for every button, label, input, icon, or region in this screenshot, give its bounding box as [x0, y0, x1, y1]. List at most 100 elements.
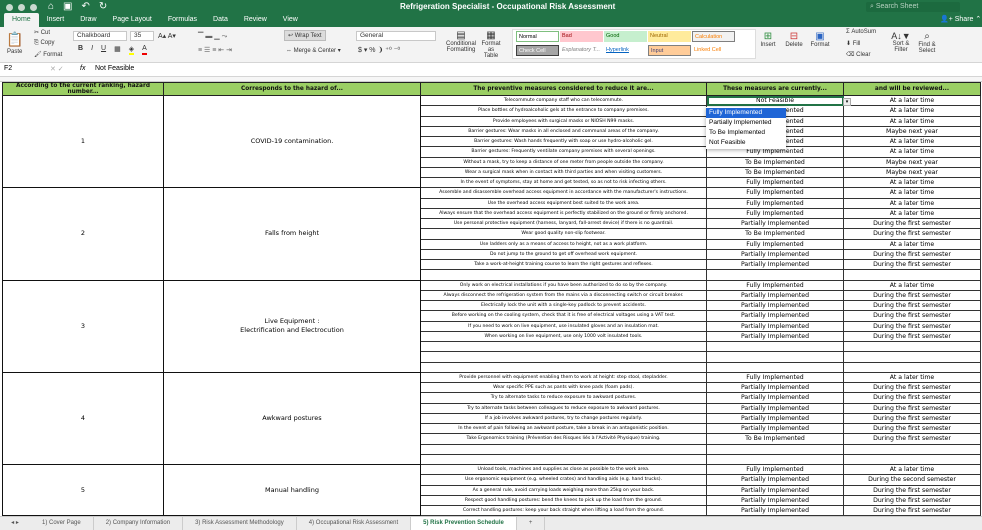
measure-cell[interactable]: Use ergonomic equipment (e.g. wheeled cr… [420, 474, 707, 486]
clear-button[interactable]: ⌫ Clear [846, 51, 871, 58]
review-cell[interactable]: During the first semester [843, 494, 981, 507]
review-cell[interactable]: During the first semester [843, 484, 981, 496]
sheet-tab[interactable]: 4) Occupational Risk Assessment [297, 517, 412, 530]
format-cells-button[interactable]: ▣ Format [810, 31, 830, 48]
dropdown-option-partially-implemented[interactable]: Partially Implemented [706, 118, 786, 128]
cell-style-linked-cell[interactable]: Linked Cell [692, 45, 735, 56]
measure-cell[interactable]: Always ensure that the overhead access e… [420, 207, 707, 220]
fill-button[interactable]: ⬇ Fill [846, 40, 860, 47]
status-cell[interactable]: Partially Implemented [706, 320, 844, 332]
review-cell[interactable]: At a later time [843, 146, 981, 158]
review-cell[interactable]: At a later time [843, 115, 981, 127]
dropdown-option-fully-implemented[interactable]: Fully Implemented [706, 108, 786, 118]
review-cell[interactable] [843, 340, 981, 353]
copy-button[interactable]: ⎘ Copy [34, 40, 54, 47]
zoom-button[interactable] [30, 4, 37, 11]
dropdown-option-not-feasible[interactable]: Not Feasible [706, 138, 786, 148]
cell-style-good[interactable]: Good [604, 31, 647, 42]
italic-button[interactable]: I [91, 45, 93, 55]
share-button[interactable]: 👤+ Share ⌃ [940, 15, 981, 23]
measure-cell[interactable]: Always disconnect the refrigeration syst… [420, 289, 707, 302]
measure-cell[interactable]: Telecommute company staff who can teleco… [420, 94, 707, 107]
review-cell[interactable] [843, 269, 981, 281]
format-painter-button[interactable]: 🖌 Format [34, 51, 62, 58]
measure-cell[interactable] [420, 340, 707, 353]
review-cell[interactable]: During the first semester [843, 504, 981, 517]
status-cell[interactable] [706, 443, 844, 455]
header-hazard[interactable]: Corresponds to the hazard of... [163, 82, 421, 96]
underline-button[interactable]: U [101, 45, 106, 55]
dropdown-arrow-button[interactable]: ▾ [843, 98, 851, 106]
header-status[interactable]: These measures are currently... [706, 82, 844, 96]
bold-button[interactable]: B [78, 45, 83, 55]
status-cell[interactable]: Partially Implemented [706, 494, 844, 507]
paste-icon[interactable]: 📋 [6, 31, 23, 48]
review-cell[interactable]: During the first semester [843, 258, 981, 271]
measure-cell[interactable]: Barrier gestures: Wear masks in all encl… [420, 125, 707, 138]
measure-cell[interactable]: Wear specific PPE such as pants with kne… [420, 381, 707, 394]
hazard-number-cell[interactable]: 4 [2, 371, 164, 466]
cell-style-normal[interactable]: Normal [516, 31, 559, 42]
merge-center-button[interactable]: ⇔ Merge & Center ▾ [286, 47, 341, 54]
status-cell[interactable]: Partially Implemented [706, 258, 844, 271]
tab-page-layout[interactable]: Page Layout [105, 13, 160, 27]
review-cell[interactable]: During the second semester [843, 474, 981, 486]
measure-cell[interactable] [420, 269, 707, 281]
status-cell[interactable]: Partially Implemented [706, 422, 844, 435]
measure-cell[interactable]: In the event of symptoms, stay at home a… [420, 176, 707, 189]
cell-style-calculation[interactable]: Calculation [692, 31, 735, 42]
cell-style-bad[interactable]: Bad [560, 31, 603, 42]
measure-cell[interactable]: Wear a surgical mask when in contact wit… [420, 166, 707, 179]
review-cell[interactable]: During the first semester [843, 433, 981, 445]
measure-cell[interactable]: If a job involves awkward postures, try … [420, 412, 707, 425]
status-cell[interactable]: Partially Implemented [706, 474, 844, 486]
insert-cells-button[interactable]: ⊞ Insert [758, 31, 778, 48]
review-cell[interactable]: Maybe next year [843, 125, 981, 138]
review-cell[interactable]: During the first semester [843, 299, 981, 312]
status-cell[interactable]: Partially Implemented [706, 392, 844, 404]
review-cell[interactable]: During the first semester [843, 228, 981, 240]
dropdown-option-to-be-implemented[interactable]: To Be Implemented [706, 128, 786, 138]
tab-review[interactable]: Review [236, 13, 275, 27]
cell-style-input[interactable]: Input [648, 45, 691, 56]
status-cell[interactable]: Partially Implemented [706, 504, 844, 517]
save-icon[interactable]: ▣ [63, 1, 72, 12]
measure-cell[interactable]: Take a work-at-height training course to… [420, 258, 707, 271]
measure-cell[interactable]: Use personal protective equipment (harne… [420, 217, 707, 230]
status-cell[interactable]: Fully Implemented [706, 463, 844, 476]
fill-color-icon[interactable]: ◈ [128, 45, 135, 55]
review-cell[interactable]: At a later time [843, 197, 981, 209]
measure-cell[interactable]: Wear good quality non-slip footwear. [420, 228, 707, 240]
measure-cell[interactable] [420, 453, 707, 466]
measure-cell[interactable]: Respect good handling postures: bend the… [420, 494, 707, 507]
format-as-table-button[interactable]: ▦ Format as Table [480, 30, 502, 59]
review-cell[interactable]: During the first semester [843, 381, 981, 394]
tab-data[interactable]: Data [205, 13, 236, 27]
hazard-name-cell[interactable]: Manual handling [163, 463, 421, 517]
alignment-buttons[interactable]: ▔ ▬ ▁ ⤳ ≡ ☰ ≡ ⇤ ⇥ [198, 30, 276, 60]
add-sheet-button[interactable]: + [517, 517, 546, 530]
measure-cell[interactable] [420, 443, 707, 455]
measure-cell[interactable]: Try to alternate tasks between colleague… [420, 402, 707, 414]
status-cell[interactable]: Partially Implemented [706, 310, 844, 322]
status-cell[interactable]: Partially Implemented [706, 289, 844, 302]
review-cell[interactable]: At a later time [843, 187, 981, 199]
header-review[interactable]: and will be reviewed... [843, 82, 981, 96]
status-cell[interactable]: To Be Implemented [706, 156, 844, 168]
measure-cell[interactable]: Without a mask, try to keep a distance o… [420, 156, 707, 168]
review-cell[interactable]: During the first semester [843, 310, 981, 322]
measure-cell[interactable]: Provide personnel with equipment enablin… [420, 371, 707, 384]
window-controls[interactable] [6, 4, 37, 11]
tab-home[interactable]: Home [4, 13, 39, 27]
header-hazard-number[interactable]: According to the current ranking, hazard… [2, 82, 164, 96]
delete-cells-button[interactable]: ⊟ Delete [784, 31, 804, 48]
review-cell[interactable]: During the first semester [843, 320, 981, 332]
hazard-number-cell[interactable]: 1 [2, 94, 164, 189]
measure-cell[interactable]: Use the overhead access equipment best s… [420, 197, 707, 209]
measure-cell[interactable]: Provide employees with surgical masks or… [420, 115, 707, 127]
review-cell[interactable]: At a later time [843, 94, 981, 107]
review-cell[interactable]: During the first semester [843, 217, 981, 230]
sort-filter-button[interactable]: A↓▼ Sort & Filter [890, 31, 912, 53]
tab-draw[interactable]: Draw [72, 13, 104, 27]
hazard-name-cell[interactable]: COVID-19 contamination. [163, 94, 421, 189]
